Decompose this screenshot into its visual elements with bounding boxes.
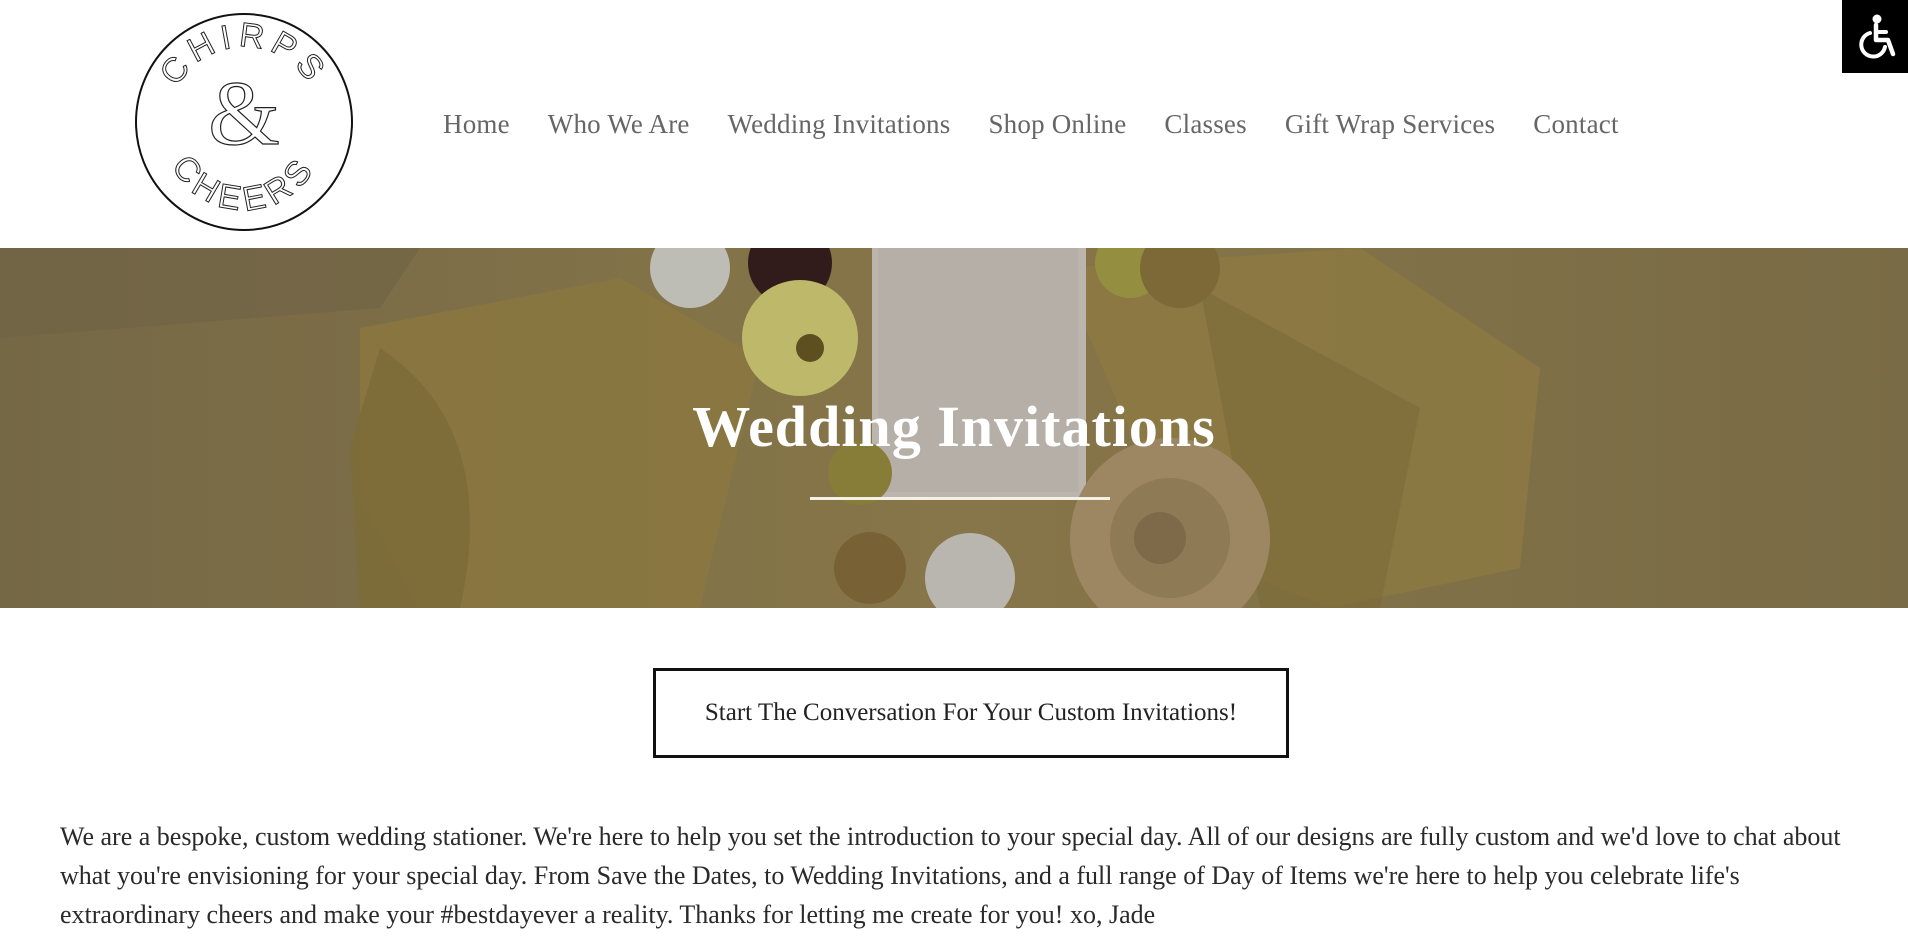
nav-item-classes[interactable]: Classes (1164, 109, 1246, 140)
main-nav: Home Who We Are Wedding Invitations Shop… (424, 104, 1638, 144)
nav-item-contact[interactable]: Contact (1533, 109, 1618, 140)
nav-item-shop-online[interactable]: Shop Online (988, 109, 1126, 140)
intro-paragraph: We are a bespoke, custom wedding station… (60, 822, 1841, 929)
nav-item-who-we-are[interactable]: Who We Are (548, 109, 690, 140)
logo[interactable]: CHIRPS CHEERS & (133, 11, 355, 233)
accessibility-button[interactable] (1842, 0, 1908, 73)
wheelchair-icon (1859, 14, 1896, 59)
nav-item-wedding-invitations[interactable]: Wedding Invitations (728, 109, 951, 140)
title-divider (810, 497, 1110, 500)
start-conversation-button[interactable]: Start The Conversation For Your Custom I… (653, 668, 1289, 758)
nav-item-home[interactable]: Home (443, 109, 510, 140)
hero-banner: Wedding Invitations (0, 248, 1908, 608)
site-header: CHIRPS CHEERS & Home Who We Are Wedding … (0, 0, 1908, 248)
nav-item-gift-wrap-services[interactable]: Gift Wrap Services (1285, 109, 1495, 140)
page-title: Wedding Invitations (692, 394, 1216, 459)
logo-ampersand: & (208, 62, 280, 164)
